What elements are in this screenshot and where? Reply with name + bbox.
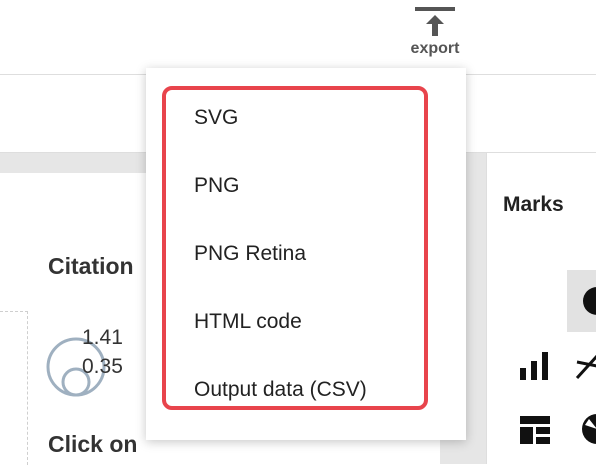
pie-chart-icon[interactable] [581,411,596,447]
chart-frame [0,311,28,465]
menu-item-output-data-csv[interactable]: Output data (CSV) [194,378,367,402]
instruction-heading: Click on [48,431,138,457]
legend-value-min: 0.35 [82,355,123,378]
top-toolbar: export [0,0,596,75]
circle-icon [583,287,596,315]
menu-item-png-retina[interactable]: PNG Retina [194,242,306,266]
legend-heading: Citation [48,253,134,279]
marks-panel: Marks [486,153,596,464]
menu-item-html-code[interactable]: HTML code [194,310,302,334]
legend-value-max: 1.41 [82,326,123,349]
marks-title: Marks [503,193,564,216]
export-icon [415,7,455,36]
export-button[interactable]: export [402,4,468,64]
bar-chart-icon[interactable] [519,350,551,382]
line-chart-icon[interactable] [575,350,596,382]
export-label: export [410,40,460,57]
export-menu: SVG PNG PNG Retina HTML code Output data… [146,68,466,440]
menu-item-png[interactable]: PNG [194,174,240,198]
menu-item-svg[interactable]: SVG [194,106,238,130]
mark-circle-option[interactable] [567,270,596,332]
layout-icon[interactable] [519,415,551,445]
